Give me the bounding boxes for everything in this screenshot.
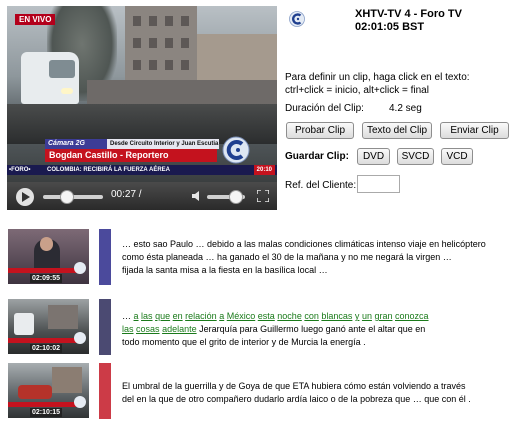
transcript-line[interactable]: fijada la santa misa a la fiesta en la b… [122, 264, 486, 277]
clip-timestamp: 02:10:02 [30, 344, 63, 353]
client-reference-input[interactable] [357, 175, 400, 193]
clip-transcript[interactable]: … esto sao Paulo … debido a las malas co… [122, 238, 486, 277]
ticker-text: COLOMBIA: RECIBIRÁ LA FUERZA AÉREA [47, 167, 170, 173]
instructions-line-2: ctrl+click = inicio, alt+click = final [285, 85, 429, 96]
send-clip-button[interactable]: Enviar Clip [440, 122, 509, 139]
volume-icon[interactable] [191, 190, 203, 202]
time-display: 00:27 / [111, 189, 142, 200]
lower-third-reporter: Bogdan Castillo - Reportero [45, 149, 217, 162]
clip-thumbnail[interactable]: 02:10:15 [8, 363, 89, 418]
video-player[interactable]: EN VIVO Cámara 2G Desde Circuito Interio… [7, 6, 277, 210]
volume-handle[interactable] [229, 190, 243, 204]
live-badge: EN VIVO [15, 14, 56, 25]
transcript-word-link[interactable]: México [227, 311, 256, 321]
transcript-line[interactable]: … a las que en relación a México esta no… [122, 310, 429, 323]
transcript-word-link[interactable]: un [362, 311, 372, 321]
transcript-line[interactable]: como ésta planeada … ha ganado el 30 de … [122, 251, 486, 264]
transcript-word-link[interactable]: que [155, 311, 170, 321]
transcript-word-link[interactable]: esta [258, 311, 275, 321]
video-frame[interactable]: EN VIVO Cámara 2G Desde Circuito Interio… [7, 6, 277, 182]
transcript-word-link[interactable]: con [304, 311, 319, 321]
transcript-text[interactable]: fijada la santa misa a la fiesta en la b… [122, 265, 328, 275]
clip-thumbnail[interactable]: 02:10:02 [8, 299, 89, 354]
save-svcd-button[interactable]: SVCD [397, 148, 434, 165]
video-scene-wall [87, 80, 277, 106]
clip-color-marker [99, 299, 111, 355]
transcript-word-link[interactable]: cosas [136, 324, 160, 334]
transcript-word-link[interactable]: adelante [162, 324, 197, 334]
clip-color-marker [99, 229, 111, 285]
transcript-text[interactable]: Jerarquía para Guillermo luego ganó ante… [197, 324, 425, 334]
transcript-text[interactable]: … esto sao Paulo … debido a las malas co… [122, 239, 486, 249]
lower-third-location: Desde Circuito Interior y Juan Escutia [107, 139, 219, 149]
save-dvd-button[interactable]: DVD [357, 148, 390, 165]
transcript-line[interactable]: del en la que de otro compañero dudarlo … [122, 393, 471, 406]
channel-logo-icon [74, 396, 86, 408]
channel-logo-icon [74, 262, 86, 274]
test-clip-button[interactable]: Probar Clip [286, 122, 354, 139]
lower-third-camera: Cámara 2G [45, 139, 107, 149]
transcript-text[interactable]: … [122, 311, 134, 321]
save-vcd-button[interactable]: VCD [441, 148, 473, 165]
transcript-word-link[interactable]: relación [185, 311, 217, 321]
play-button[interactable] [16, 188, 34, 206]
duration-label: Duración del Clip: [285, 103, 364, 114]
clip-color-marker [99, 363, 111, 419]
transcript-line[interactable]: … esto sao Paulo … debido a las malas co… [122, 238, 486, 251]
transcript-word-link[interactable]: noche [277, 311, 302, 321]
station-name: XHTV-TV 4 - Foro TV [355, 8, 462, 20]
channel-logo-icon [289, 11, 305, 27]
transcript-word-link[interactable]: a [134, 311, 139, 321]
clip-thumbnail[interactable]: 02:09:55 [8, 229, 89, 284]
ticker-clock: 20:10 [253, 165, 275, 175]
save-clip-label: Guardar Clip: [285, 151, 349, 162]
player-controls: 00:27 / [7, 182, 277, 210]
clip-transcript[interactable]: … a las que en relación a México esta no… [122, 310, 429, 349]
transcript-text[interactable]: como ésta planeada … ha ganado el 30 de … [122, 252, 452, 262]
transcript-word-link[interactable]: gran [374, 311, 392, 321]
clip-transcript[interactable]: El umbral de la guerrilla y de Goya de q… [122, 380, 471, 406]
duration-value: 4.2 seg [389, 103, 422, 114]
station-info: XHTV-TV 4 - Foro TV 02:01:05 BST [355, 8, 462, 34]
clip-text-button[interactable]: Texto del Clip [362, 122, 432, 139]
seek-handle[interactable] [60, 190, 74, 204]
transcript-text[interactable]: El umbral de la guerrilla y de Goya de q… [122, 381, 466, 391]
channel-logo-icon [74, 332, 86, 344]
play-icon [22, 192, 30, 202]
broadcast-time: 02:01:05 BST [355, 21, 425, 33]
transcript-line[interactable]: las cosas adelante Jerarquía para Guille… [122, 323, 429, 336]
clip-instructions: Para definir un clip, haga click en el t… [285, 71, 470, 97]
clip-timestamp: 02:10:15 [30, 408, 63, 417]
clip-timestamp: 02:09:55 [30, 274, 63, 283]
transcript-line[interactable]: todo momento que el grito de interior y … [122, 336, 429, 349]
video-scene-van [21, 52, 79, 104]
fullscreen-icon[interactable] [257, 190, 269, 202]
transcript-word-link[interactable]: blancas [321, 311, 352, 321]
ticker-brand: •FORO• [9, 167, 31, 173]
transcript-word-link[interactable]: conozca [395, 311, 429, 321]
transcript-line[interactable]: El umbral de la guerrilla y de Goya de q… [122, 380, 471, 393]
news-ticker: •FORO• COLOMBIA: RECIBIRÁ LA FUERZA AÉRE… [7, 165, 277, 175]
transcript-word-link[interactable]: las [141, 311, 153, 321]
instructions-line-1: Para definir un clip, haga click en el t… [285, 72, 470, 83]
transcript-text[interactable]: todo momento que el grito de interior y … [122, 337, 366, 347]
transcript-text[interactable]: del en la que de otro compañero dudarlo … [122, 394, 471, 404]
client-reference-label: Ref. del Cliente: [285, 180, 357, 191]
transcript-word-link[interactable]: las [122, 324, 134, 334]
transcript-word-link[interactable]: en [173, 311, 183, 321]
channel-logo-icon [222, 136, 250, 164]
